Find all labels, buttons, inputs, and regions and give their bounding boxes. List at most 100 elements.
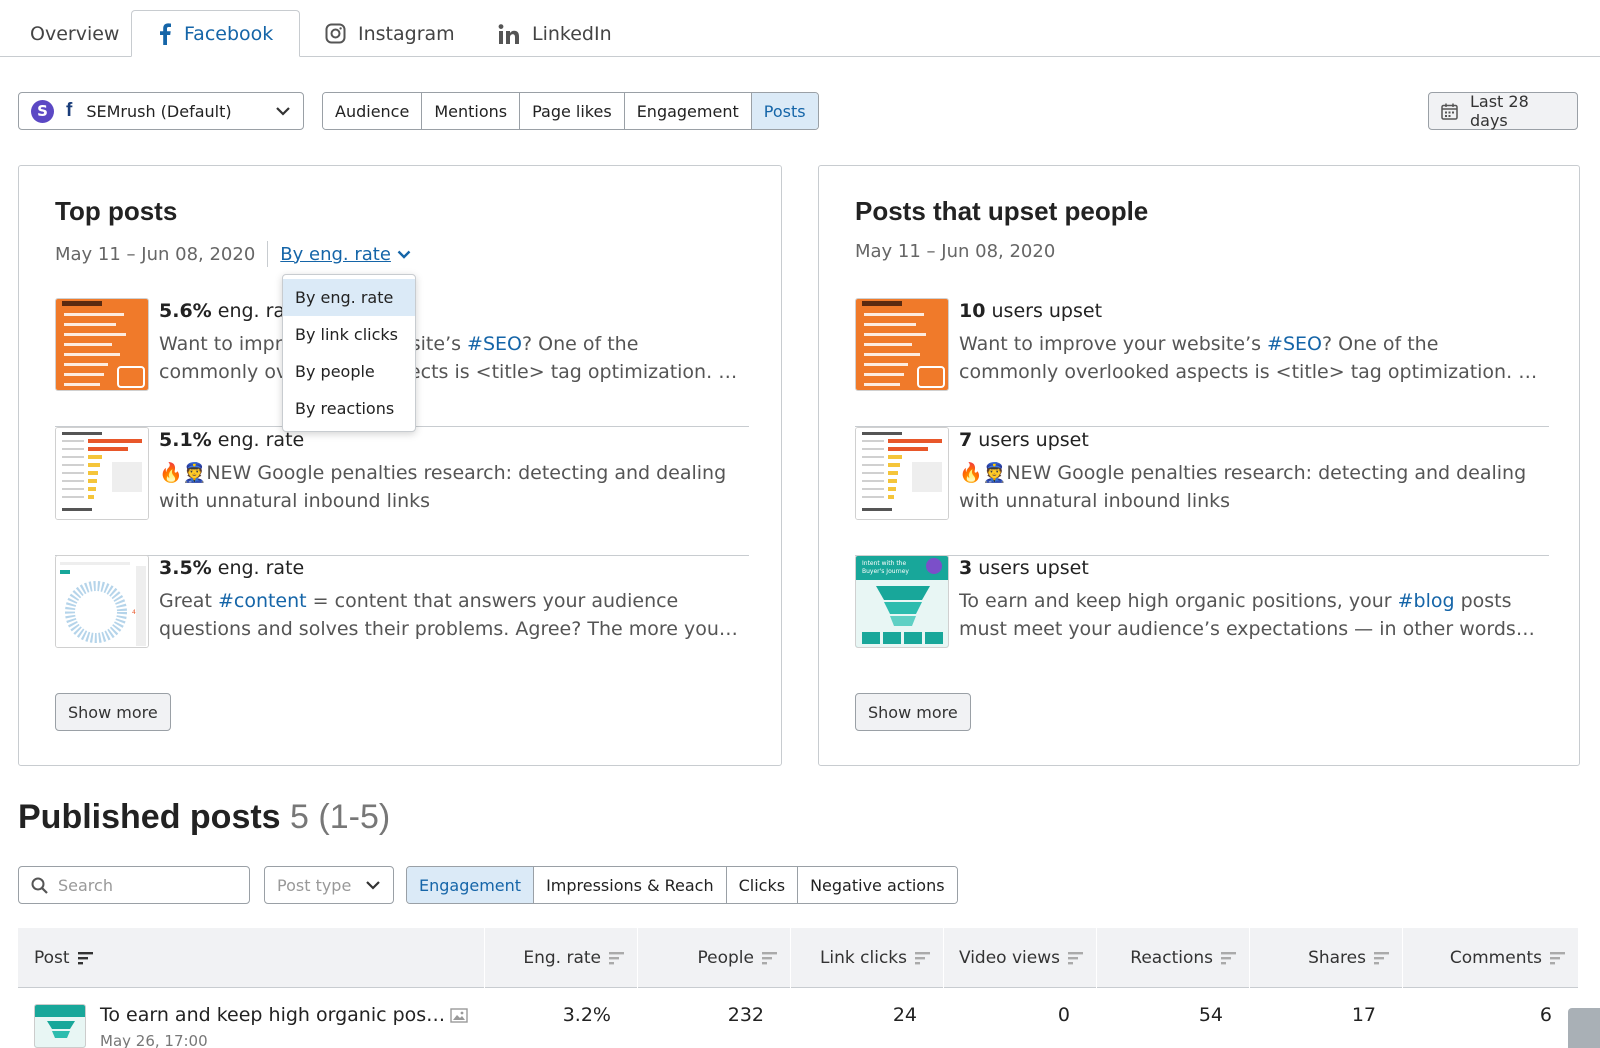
date-range-button[interactable]: Last 28 days <box>1428 92 1578 130</box>
tab-page-likes[interactable]: Page likes <box>520 93 625 129</box>
account-avatar: S <box>31 99 54 123</box>
upset-posts-date-range: May 11 – Jun 08, 2020 <box>855 241 1056 262</box>
sort-option-reactions[interactable]: By reactions <box>283 390 415 427</box>
column-header-comments[interactable]: Comments <box>1402 928 1578 988</box>
feedback-button[interactable] <box>1568 1008 1600 1048</box>
chevron-down-icon <box>397 250 411 259</box>
column-header-people[interactable]: People <box>637 928 790 988</box>
tab-audience[interactable]: Audience <box>323 93 423 129</box>
column-label: Shares <box>1308 948 1366 968</box>
post-thumbnail <box>55 298 149 391</box>
column-header-link-clicks[interactable]: Link clicks <box>790 928 943 988</box>
tab-facebook[interactable]: Facebook <box>131 10 301 57</box>
svg-text:4: 4 <box>132 609 136 616</box>
post-type-select[interactable]: Post type <box>264 866 394 904</box>
column-header-shares[interactable]: Shares <box>1249 928 1402 988</box>
post-text: To earn and keep high organic positions,… <box>959 587 1539 643</box>
hashtag-link[interactable]: #blog <box>1398 590 1455 612</box>
hashtag-link[interactable]: #SEO <box>467 333 522 355</box>
cell-people: 232 <box>727 1004 764 1026</box>
top-posts-subheader: May 11 – Jun 08, 2020 By eng. rate <box>55 241 411 267</box>
tab-linkedin[interactable]: LinkedIn <box>498 10 612 57</box>
linkedin-icon <box>498 23 520 44</box>
svg-text:Buyer's Journey: Buyer's Journey <box>862 568 909 575</box>
cell-video-views: 0 <box>1057 1004 1070 1026</box>
column-label: Comments <box>1449 948 1542 968</box>
column-header-reactions[interactable]: Reactions <box>1096 928 1249 988</box>
tab-posts[interactable]: Posts <box>751 93 818 129</box>
sort-by-dropdown-toggle[interactable]: By eng. rate <box>280 244 411 265</box>
post-text: Want to improve your website’s #SEO? One… <box>159 330 739 386</box>
sort-icon <box>1068 951 1084 965</box>
tab-engagement-metrics[interactable]: Engagement <box>407 867 535 903</box>
tab-negative-actions[interactable]: Negative actions <box>798 867 957 903</box>
metric-tabs: Engagement Impressions & Reach Clicks Ne… <box>406 866 958 904</box>
column-header-video-views[interactable]: Video views <box>943 928 1096 988</box>
show-more-button[interactable]: Show more <box>855 693 971 731</box>
hashtag-link[interactable]: #content <box>218 590 307 612</box>
sort-option-link-clicks[interactable]: By link clicks <box>283 316 415 353</box>
post-text-start: 🔥👮NEW Google penalties research: detecti… <box>159 462 727 512</box>
tab-overview[interactable]: Overview <box>30 10 119 57</box>
tab-clicks[interactable]: Clicks <box>726 867 799 903</box>
post-metric: 10 users upset <box>959 300 1102 322</box>
published-title-label: Published posts <box>18 798 281 836</box>
post-thumbnail <box>855 427 949 520</box>
sort-by-label: By eng. rate <box>280 243 391 265</box>
sort-icon <box>1550 951 1566 965</box>
hashtag-link[interactable]: #SEO <box>1267 333 1322 355</box>
account-select[interactable]: S f SEMrush (Default) <box>18 92 304 130</box>
post-thumbnail <box>855 298 949 391</box>
top-post-item[interactable]: 5.1% eng. rate 🔥👮NEW Google penalties re… <box>55 427 749 556</box>
tab-instagram[interactable]: Instagram <box>325 10 455 57</box>
metric-unit: eng. rate <box>217 557 305 579</box>
column-label: Video views <box>958 948 1060 968</box>
column-label: Post <box>34 948 70 968</box>
date-range-label: Last 28 days <box>1470 92 1529 130</box>
column-header-eng-rate[interactable]: Eng. rate <box>484 928 637 988</box>
cell-eng-rate: 3.2% <box>562 1004 611 1026</box>
section-tabs: Audience Mentions Page likes Engagement … <box>322 92 819 130</box>
metric-unit: users upset <box>978 429 1089 451</box>
platform-tabs: Overview Facebook Instagram LinkedIn <box>0 0 1600 57</box>
published-count: 5 (1-5) <box>290 798 391 836</box>
search-input[interactable]: Search <box>18 866 250 904</box>
svg-text:Intent with the: Intent with the <box>862 560 906 567</box>
column-label: People <box>697 948 754 968</box>
top-post-item[interactable]: 4 3.5% eng. rate Great #content = conten… <box>55 555 749 684</box>
search-icon <box>31 877 48 894</box>
row-post-title[interactable]: To earn and keep high organic pos… <box>100 1004 445 1026</box>
published-posts-title: Published posts 5 (1-5) <box>18 798 390 837</box>
metric-value: 3.5% <box>159 557 212 579</box>
tab-instagram-label: Instagram <box>358 22 455 45</box>
upset-post-item[interactable]: 10 users upset Want to improve your webs… <box>855 298 1549 427</box>
table-row[interactable]: To earn and keep high organic pos… May 2… <box>18 988 1578 1048</box>
sort-dropdown-menu: By eng. rate By link clicks By people By… <box>282 274 416 432</box>
column-label: Eng. rate <box>523 948 601 968</box>
show-more-button[interactable]: Show more <box>55 693 171 731</box>
tab-engagement[interactable]: Engagement <box>624 93 752 129</box>
row-post-date: May 26, 17:00 <box>100 1032 208 1048</box>
column-header-post[interactable]: Post <box>18 928 484 988</box>
upset-posts-card: Posts that upset people May 11 – Jun 08,… <box>818 165 1580 766</box>
sort-option-people[interactable]: By people <box>283 353 415 390</box>
tab-impressions-reach[interactable]: Impressions & Reach <box>534 867 727 903</box>
facebook-icon <box>158 22 172 45</box>
upset-post-item[interactable]: 7 users upset 🔥👮NEW Google penalties res… <box>855 427 1549 556</box>
post-text: 🔥👮NEW Google penalties research: detecti… <box>159 459 739 515</box>
upset-post-item[interactable]: Intent with the Buyer's Journey 3 users u… <box>855 555 1549 684</box>
post-text-start: Want to improve your website’s <box>959 333 1268 355</box>
tab-mentions[interactable]: Mentions <box>422 93 521 129</box>
post-thumbnail <box>34 1004 86 1048</box>
metric-value: 7 <box>959 429 973 451</box>
search-placeholder: Search <box>58 875 113 895</box>
sort-icon <box>77 951 94 965</box>
metric-value: 10 <box>959 300 986 322</box>
upset-posts-title: Posts that upset people <box>855 196 1149 226</box>
sort-option-eng-rate[interactable]: By eng. rate <box>283 279 415 316</box>
sort-icon <box>915 951 931 965</box>
post-text: Great #content = content that answers yo… <box>159 587 739 643</box>
cell-link-clicks: 24 <box>892 1004 917 1026</box>
metric-value: 3 <box>959 557 973 579</box>
post-text-start: 🔥👮NEW Google penalties research: detecti… <box>959 462 1527 512</box>
